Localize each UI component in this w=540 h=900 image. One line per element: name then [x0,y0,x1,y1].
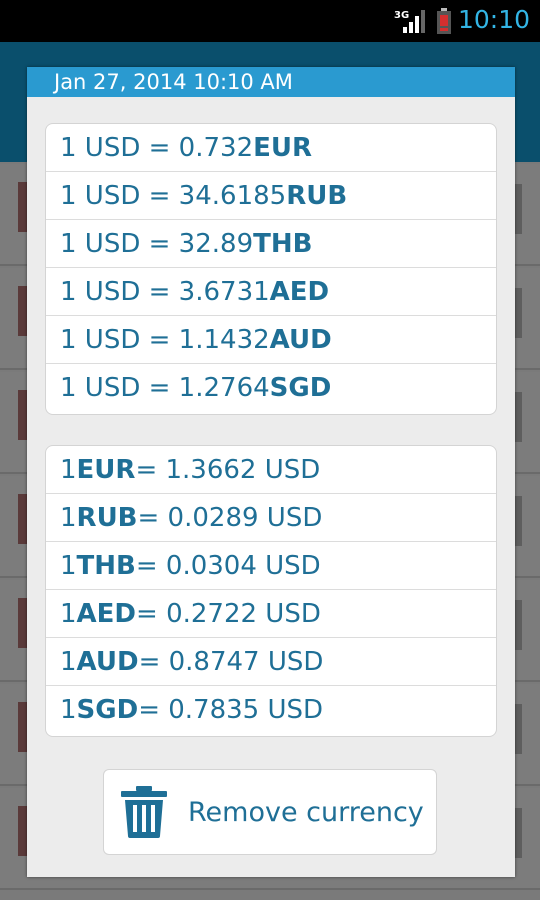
currency-code: AED [76,598,137,629]
trash-icon [121,786,167,838]
rate-prefix: 1 [60,598,77,629]
rate-suffix: = 0.0304 USD [135,550,321,581]
currency-code: AUD [76,646,139,677]
rate-row-aud-usd[interactable]: 1 AUD = 0.8747 USD [46,638,496,686]
dialog-header: Jan 27, 2014 10:10 AM [27,67,515,97]
rate-row-thb-usd[interactable]: 1 THB = 0.0304 USD [46,542,496,590]
currency-code: SGD [269,373,332,403]
currency-code: THB [76,550,136,581]
currency-to-usd-list: 1 EUR = 1.3662 USD 1 RUB = 0.0289 USD 1 … [45,445,497,737]
rate-prefix: 1 USD = 34.6185 [60,180,287,211]
rate-row-usd-thb[interactable]: 1 USD = 32.89 THB [46,220,496,268]
rate-row-sgd-usd[interactable]: 1 SGD = 0.7835 USD [46,686,496,734]
rate-suffix: = 0.7835 USD [138,695,324,725]
rate-row-aed-usd[interactable]: 1 AED = 0.2722 USD [46,590,496,638]
battery-low-icon [437,8,451,34]
currency-code: THB [253,228,313,259]
currency-code: AED [269,276,330,307]
rate-prefix: 1 [60,454,77,485]
rate-prefix: 1 [60,550,77,581]
currency-code: EUR [253,132,313,163]
rate-prefix: 1 USD = 32.89 [60,228,254,259]
rate-prefix: 1 USD = 0.732 [60,132,254,163]
rate-prefix: 1 USD = 3.6731 [60,276,270,307]
currency-code: EUR [76,454,136,485]
rate-suffix: = 0.8747 USD [138,646,324,677]
currency-code: SGD [76,695,139,725]
rate-suffix: = 1.3662 USD [135,454,321,485]
rate-row-usd-aed[interactable]: 1 USD = 3.6731 AED [46,268,496,316]
rate-suffix: = 0.0289 USD [137,502,323,533]
dialog-title: Jan 27, 2014 10:10 AM [54,70,293,94]
rate-suffix: = 0.2722 USD [136,598,321,629]
rate-prefix: 1 USD = 1.1432 [60,324,270,355]
currency-code: AUD [269,324,332,355]
rate-row-usd-eur[interactable]: 1 USD = 0.732 EUR [46,124,496,172]
rate-row-usd-aud[interactable]: 1 USD = 1.1432 AUD [46,316,496,364]
signal-icon [403,10,425,33]
rate-row-usd-sgd[interactable]: 1 USD = 1.2764 SGD [46,364,496,412]
currency-code: RUB [76,502,138,533]
rate-prefix: 1 USD = 1.2764 [60,373,270,403]
rate-prefix: 1 [60,695,77,725]
rate-row-eur-usd[interactable]: 1 EUR = 1.3662 USD [46,446,496,494]
currency-code: RUB [286,180,348,211]
rate-row-usd-rub[interactable]: 1 USD = 34.6185 RUB [46,172,496,220]
usd-to-currency-list: 1 USD = 0.732 EUR 1 USD = 34.6185 RUB 1 … [45,123,497,415]
status-time: 10:10 [457,5,530,34]
rate-row-rub-usd[interactable]: 1 RUB = 0.0289 USD [46,494,496,542]
rate-prefix: 1 [60,646,77,677]
remove-currency-button[interactable]: Remove currency [103,769,437,855]
status-bar: 3G 10:10 [0,0,540,42]
remove-currency-label: Remove currency [188,796,424,828]
rate-prefix: 1 [60,502,77,533]
rates-dialog: Jan 27, 2014 10:10 AM 1 USD = 0.732 EUR … [27,67,515,877]
